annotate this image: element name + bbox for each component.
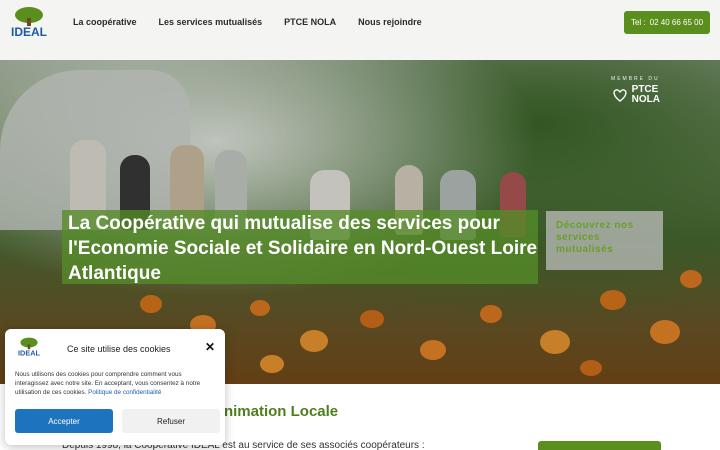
refuse-button[interactable]: Refuser: [122, 409, 220, 433]
badge-name-line2: NOLA: [631, 94, 660, 105]
heart-hands-icon: [613, 89, 627, 102]
hero-title: La Coopérative qui mutualise des service…: [68, 213, 538, 284]
ideal-logo[interactable]: IDEAL: [8, 6, 50, 42]
phone-button[interactable]: Tel : 02 40 66 65 00: [624, 11, 710, 34]
badge-caption: MEMBRE DU: [611, 76, 660, 82]
phone-number: 02 40 66 65 00: [649, 18, 704, 27]
nav-item-join[interactable]: Nous rejoindre: [347, 17, 433, 27]
logo-text: IDEAL: [11, 25, 47, 39]
phone-prefix: Tel :: [630, 18, 646, 27]
badge-name: PTCE NOLA: [632, 85, 660, 105]
cookie-logo: IDEAL: [18, 337, 41, 357]
close-icon[interactable]: ✕: [205, 341, 215, 353]
ptce-nola-badge[interactable]: MEMBRE DU PTCE NOLA: [611, 76, 660, 105]
privacy-policy-link[interactable]: Politique de confidentialité: [88, 389, 161, 396]
cookie-consent-dialog: IDEAL Ce site utilise des cookies ✕ Nous…: [5, 329, 225, 445]
main-nav: La coopérative Les services mutualisés P…: [62, 0, 433, 44]
nav-item-cooperative[interactable]: La coopérative: [62, 17, 148, 27]
cookie-logo-text: IDEAL: [18, 348, 41, 357]
cookie-title: Ce site utilise des cookies: [67, 344, 171, 354]
badge-logo: PTCE NOLA: [611, 85, 660, 105]
site-header: IDEAL La coopérative Les services mutual…: [0, 0, 720, 60]
accept-button[interactable]: Accepter: [15, 409, 113, 433]
cookie-text: Nous utilisons des cookies pour comprend…: [15, 370, 215, 397]
nav-item-ptce-nola[interactable]: PTCE NOLA: [273, 17, 347, 27]
nav-item-services[interactable]: Les services mutualisés: [148, 17, 274, 27]
section-cta-button[interactable]: [538, 441, 661, 450]
discover-services-button[interactable]: Découvrez nos services mutualisés: [546, 211, 663, 270]
